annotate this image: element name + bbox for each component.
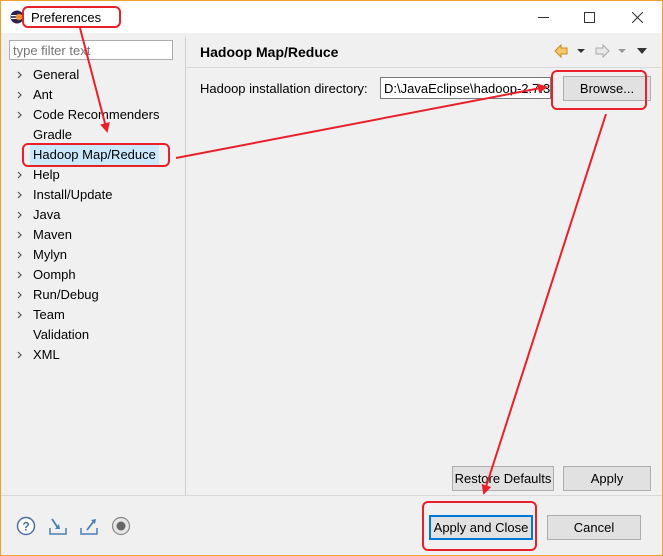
tree-item-label: Ant [33, 87, 53, 102]
tree-item-label: Code Recommenders [33, 107, 160, 122]
chevron-right-icon[interactable] [15, 165, 25, 185]
tree-item-label: Maven [33, 227, 73, 242]
tree-item-label: Gradle [33, 127, 73, 142]
filter-input[interactable] [10, 41, 172, 59]
chevron-right-icon[interactable] [15, 185, 25, 205]
tree-item-label: Oomph [33, 267, 76, 282]
title-bar: Preferences [1, 1, 662, 33]
chevron-right-icon[interactable] [15, 245, 25, 265]
import-icon[interactable] [48, 516, 68, 536]
filter-field[interactable] [9, 40, 173, 60]
maximize-button[interactable] [567, 1, 611, 33]
preference-page [186, 37, 662, 495]
chevron-right-icon[interactable] [15, 265, 25, 285]
forward-icon[interactable] [595, 43, 610, 59]
tree-item-label: Install/Update [33, 187, 113, 202]
minimize-button[interactable] [521, 1, 565, 33]
tree-item-label: Hadoop Map/Reduce [30, 145, 159, 165]
chevron-right-icon[interactable] [15, 205, 25, 225]
close-button[interactable] [615, 1, 659, 33]
page-title-separator [187, 67, 661, 68]
chevron-right-icon[interactable] [15, 65, 25, 85]
restore-defaults-button[interactable]: Restore Defaults [452, 466, 554, 491]
chevron-right-icon[interactable] [15, 105, 25, 125]
chevron-right-icon[interactable] [15, 285, 25, 305]
footer-separator [1, 495, 662, 496]
chevron-right-icon[interactable] [15, 85, 25, 105]
page-nav-toolbar [554, 43, 647, 59]
help-icon[interactable]: ? [16, 516, 36, 536]
record-icon[interactable] [111, 516, 131, 536]
export-icon[interactable] [79, 516, 99, 536]
hadoop-dir-field[interactable] [380, 77, 551, 99]
eclipse-icon [10, 10, 24, 24]
tree-item-label: Run/Debug [33, 287, 99, 302]
hadoop-dir-label: Hadoop installation directory: [200, 81, 368, 96]
tree-item-label: XML [33, 347, 60, 362]
back-icon[interactable] [554, 43, 568, 59]
svg-text:?: ? [22, 520, 29, 534]
tree-item-label: Help [33, 167, 60, 182]
tree-item-label: Mylyn [33, 247, 67, 262]
hadoop-dir-input[interactable] [381, 78, 550, 98]
preferences-window: Preferences General Ant Code Recommender… [0, 0, 663, 556]
apply-button[interactable]: Apply [563, 466, 651, 491]
tree-item-label: Validation [33, 327, 90, 342]
chevron-right-icon[interactable] [15, 225, 25, 245]
page-title: Hadoop Map/Reduce [200, 44, 339, 60]
close-icon [631, 11, 643, 23]
maximize-icon [583, 11, 595, 23]
forward-menu-icon[interactable] [618, 49, 626, 53]
menu-icon[interactable] [637, 48, 647, 54]
apply-and-close-button[interactable]: Apply and Close [429, 515, 533, 540]
back-menu-icon[interactable] [577, 49, 585, 53]
chevron-right-icon[interactable] [15, 345, 25, 365]
tree-item-label: General [33, 67, 80, 82]
window-title: Preferences [31, 10, 102, 25]
chevron-right-icon[interactable] [15, 305, 25, 325]
tree-item-label: Java [33, 207, 61, 222]
minimize-icon [537, 16, 549, 18]
cancel-button[interactable]: Cancel [547, 515, 641, 540]
browse-button[interactable]: Browse... [563, 76, 651, 101]
tree-item-label: Team [33, 307, 65, 322]
